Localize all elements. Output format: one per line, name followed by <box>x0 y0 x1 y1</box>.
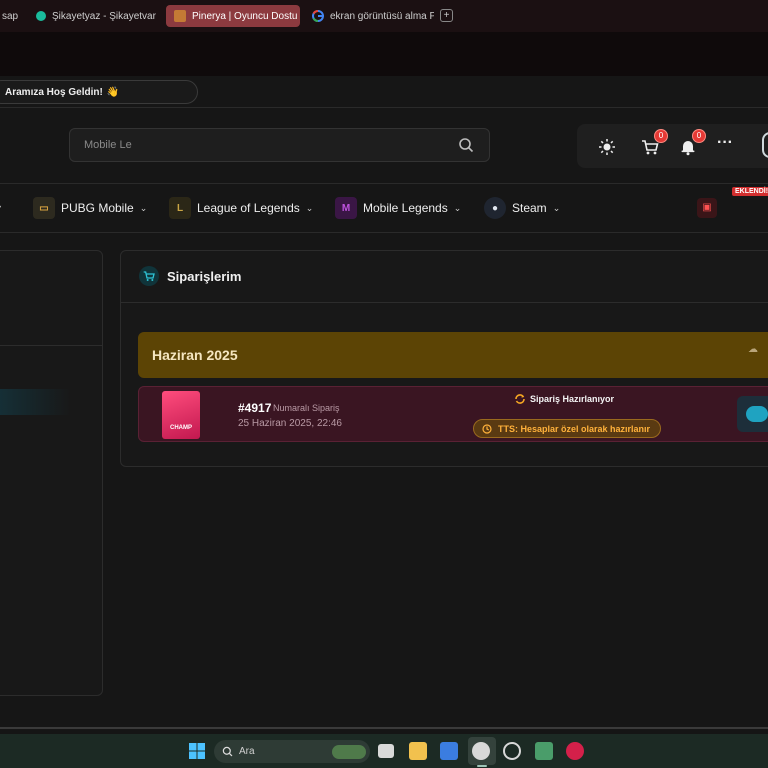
tts-text: TTS: Hesaplar özel olarak hazırlanır <box>498 423 651 434</box>
announcement-pill[interactable]: Aramıza Hoş Geldin! 👋 <box>0 80 198 104</box>
nav-item-label: Mobile Legends <box>363 201 448 215</box>
announcement-text: Aramıza Hoş Geldin! <box>5 86 103 98</box>
app-red-icon[interactable] <box>566 742 584 760</box>
nav-item-label: PUBG Mobile <box>61 201 134 215</box>
steam-icon: ● <box>484 197 506 219</box>
nav-item-label: League of Legends <box>197 201 300 215</box>
search-icon <box>222 746 233 757</box>
new-feature-icon[interactable]: ▣ <box>697 198 717 218</box>
category-nav: ▼ ▭ PUBG Mobile ⌄ L League of Legends ⌄ … <box>0 184 768 232</box>
pubg-icon: ▭ <box>33 197 55 219</box>
footer-divider <box>0 727 768 729</box>
tab-label: Pinerya | Oyuncu Dostu <box>192 10 298 22</box>
chevron-down-icon: ⌄ <box>453 202 462 213</box>
orders-cart-icon <box>139 266 159 286</box>
sidebar-item-active[interactable] <box>0 389 71 415</box>
browser-tab[interactable]: sap <box>0 5 20 27</box>
order-number: #4917 <box>238 401 272 415</box>
chevron-down-icon: ⌄ <box>552 202 561 213</box>
search-input-value: Mobile Le <box>84 139 132 151</box>
wave-icon: 👋 <box>106 86 120 98</box>
chevron-down-icon: ▼ <box>0 203 3 213</box>
notification-count-badge: 0 <box>692 129 706 143</box>
nav-item-label: Steam <box>512 201 547 215</box>
month-label: Haziran 2025 <box>152 347 238 363</box>
active-app-indicator <box>477 765 487 767</box>
microsoft-store-icon[interactable] <box>440 742 458 760</box>
refresh-icon <box>515 394 525 404</box>
chevron-down-icon: ⌄ <box>139 202 148 213</box>
account-sidebar <box>0 250 103 696</box>
browser-toolbar-area <box>0 32 768 76</box>
divider <box>0 232 768 233</box>
google-favicon-icon <box>312 10 324 22</box>
order-status: Sipariş Hazırlanıyor <box>514 393 614 405</box>
browser-tab[interactable]: ekran görüntüsü alma PC <box>304 5 434 27</box>
nav-item-pubg-mobile[interactable]: ▭ PUBG Mobile ⌄ <box>33 196 147 220</box>
opera-gx-icon[interactable] <box>472 742 490 760</box>
new-badge: EKLENDİ! <box>732 187 768 196</box>
chevron-down-icon: ⌄ <box>305 202 314 213</box>
search-icon[interactable] <box>458 137 474 153</box>
product-thumbnail: CHAMP <box>162 391 200 439</box>
tts-badge: TTS: Hesaplar özel olarak hazırlanır <box>473 419 662 438</box>
header-actions: 0 0 ··· <box>577 124 768 168</box>
browser-tab-active[interactable]: Pinerya | Oyuncu Dostu <box>166 5 300 27</box>
lol-icon: L <box>169 197 191 219</box>
orders-panel: Siparişlerim Haziran 2025 ☁ CHAMP #4917 … <box>120 250 768 467</box>
search-highlight-icon <box>332 744 366 759</box>
tab-label: sap <box>2 10 19 22</box>
divider <box>0 345 103 346</box>
order-status-text: Sipariş Hazırlanıyor <box>530 394 615 404</box>
site-page: Aramıza Hoş Geldin! 👋 Mobile Le 0 0 ··· … <box>0 76 768 730</box>
order-date: 25 Haziran 2025, 22:46 <box>238 418 342 429</box>
cart-count-badge: 0 <box>654 129 668 143</box>
task-view-icon[interactable] <box>378 744 394 758</box>
nav-item-previous-dropdown[interactable]: ▼ <box>0 196 3 220</box>
nav-item-league-of-legends[interactable]: L League of Legends ⌄ <box>169 196 313 220</box>
file-explorer-icon[interactable] <box>409 742 427 760</box>
tab-label: Şikayetyaz - Şikayetvar <box>52 10 156 22</box>
theme-toggle-sun-icon[interactable] <box>598 138 616 156</box>
thumbnail-text: CHAMP <box>170 425 192 431</box>
month-group-header[interactable]: Haziran 2025 ☁ <box>138 332 768 378</box>
taskbar-search-placeholder: Ara <box>239 746 255 757</box>
windows-start-icon[interactable] <box>188 742 206 760</box>
cloud-icon: ☁ <box>748 344 758 355</box>
new-tab-button[interactable]: + <box>440 9 453 22</box>
browser-tab[interactable]: Şikayetyaz - Şikayetvar <box>28 5 158 27</box>
pinerya-favicon-icon <box>174 10 186 22</box>
mobile-legends-icon: M <box>335 197 357 219</box>
eye-icon <box>746 406 768 422</box>
divider <box>0 107 768 108</box>
search-input[interactable]: Mobile Le <box>69 128 490 162</box>
taskbar-search[interactable]: Ara <box>214 740 370 763</box>
image-app-icon[interactable] <box>535 742 553 760</box>
avatar[interactable] <box>762 132 768 158</box>
nav-item-steam[interactable]: ● Steam ⌄ <box>484 196 560 220</box>
clock-icon <box>482 423 492 434</box>
sikayetvar-favicon-icon <box>36 11 46 21</box>
browser-tab-bar: sap Şikayetyaz - Şikayetvar Pinerya | Oy… <box>0 0 768 32</box>
nav-item-mobile-legends[interactable]: M Mobile Legends ⌄ <box>335 196 461 220</box>
order-number-label: Numaralı Sipariş <box>273 403 340 413</box>
more-menu-button[interactable]: ··· <box>717 134 735 152</box>
orders-header: Siparişlerim <box>121 251 768 303</box>
page-title: Siparişlerim <box>167 269 242 284</box>
order-detail-button[interactable] <box>737 396 768 432</box>
order-row[interactable]: CHAMP #4917 Numaralı Sipariş 25 Haziran … <box>138 386 768 442</box>
tab-label: ekran görüntüsü alma PC <box>330 10 434 22</box>
windows-taskbar: Ara <box>0 734 768 768</box>
obs-icon[interactable] <box>503 742 521 760</box>
